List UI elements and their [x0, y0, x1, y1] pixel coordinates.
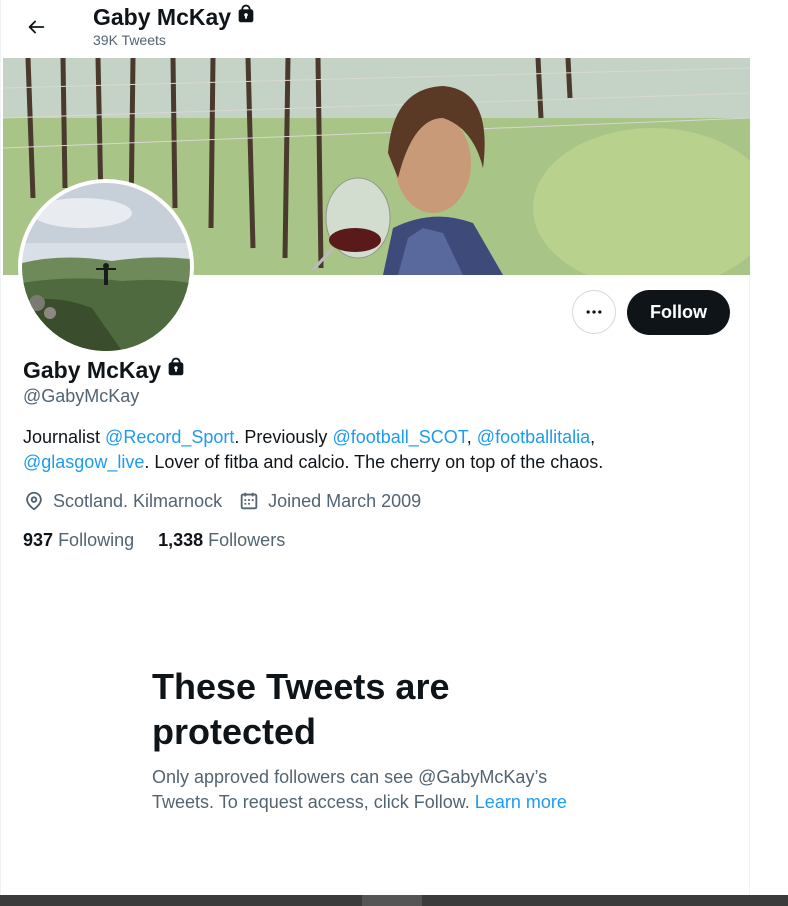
join-date-text: Joined March 2009: [268, 490, 422, 511]
bio-text: Journalist: [23, 427, 106, 447]
bio-text: . Lover of fitba and calcio. The cherry …: [144, 452, 604, 472]
lock-icon: [165, 356, 187, 384]
location: Scotland. Kilmarnock: [23, 490, 222, 512]
profile-column: Gaby McKay 39K Tweets Follow Gaby McKay …: [0, 0, 751, 895]
user-handle: @GabyMcKay: [23, 386, 140, 406]
avatar[interactable]: [18, 179, 194, 355]
mention-link[interactable]: @glasgow_live: [23, 452, 144, 472]
following-count: 937: [23, 530, 54, 550]
protected-message: Only approved followers can see @GabyMcK…: [152, 765, 592, 815]
display-name-text: Gaby McKay: [23, 356, 162, 383]
follow-stats: 937 Following 1,338 Followers: [23, 530, 309, 551]
bio-text: ,: [590, 427, 596, 447]
header-title: Gaby McKay: [93, 3, 257, 31]
followers-count: 1,338: [158, 530, 204, 550]
mention-link[interactable]: @footballitalia: [477, 427, 590, 447]
location-text: Scotland. Kilmarnock: [53, 490, 223, 511]
followers-link[interactable]: 1,338 Followers: [158, 530, 285, 551]
profile-bio: Journalist @Record_Sport. Previously @fo…: [23, 425, 713, 475]
more-icon: [586, 310, 602, 314]
os-taskbar: [0, 895, 788, 906]
bio-text: ,: [466, 427, 477, 447]
followers-label: Followers: [208, 530, 286, 550]
location-icon: [26, 491, 42, 511]
back-arrow-icon: [28, 20, 45, 34]
protected-title: These Tweets are protected: [152, 666, 450, 752]
lock-icon: [235, 3, 257, 31]
mention-link[interactable]: @Record_Sport: [105, 427, 234, 447]
following-link[interactable]: 937 Following: [23, 530, 134, 551]
header-name: Gaby McKay: [93, 3, 232, 30]
learn-more-link[interactable]: Learn more: [475, 792, 567, 812]
following-label: Following: [58, 530, 135, 550]
back-button[interactable]: [21, 12, 51, 42]
profile-meta: Scotland. Kilmarnock Joined March 2009: [23, 490, 437, 512]
display-name: Gaby McKay: [23, 356, 187, 384]
follow-button[interactable]: Follow: [627, 290, 730, 335]
taskbar-item[interactable]: [362, 895, 422, 906]
mention-link[interactable]: @football_SCOT: [332, 427, 466, 447]
join-date: Joined March 2009: [238, 490, 421, 512]
tweet-count: 39K Tweets: [93, 32, 166, 48]
profile-header-bar: Gaby McKay 39K Tweets: [1, 0, 751, 58]
calendar-icon: [240, 492, 258, 510]
more-options-button[interactable]: [572, 290, 616, 334]
bio-text: . Previously: [234, 427, 333, 447]
